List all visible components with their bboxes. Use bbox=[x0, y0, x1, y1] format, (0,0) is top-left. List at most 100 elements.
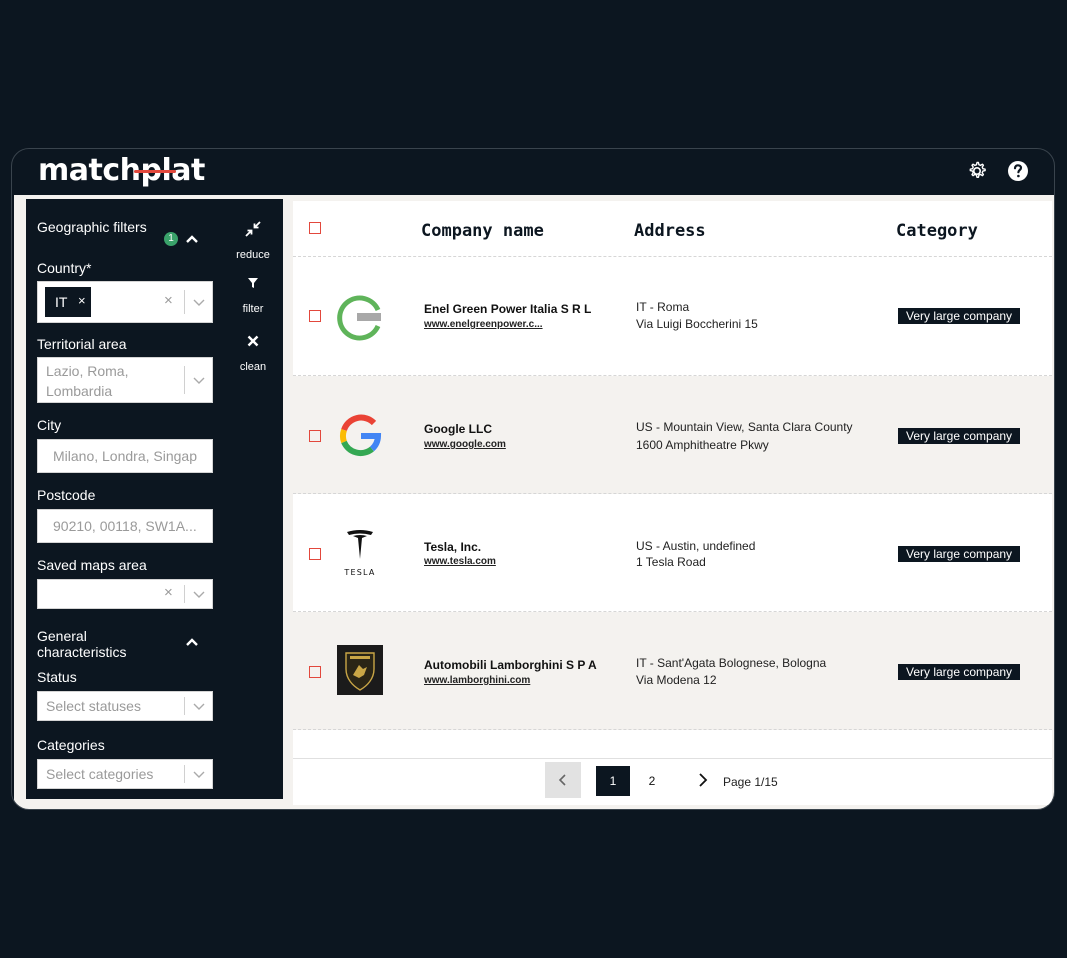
country-select[interactable]: IT × × bbox=[37, 281, 213, 323]
company-website-link[interactable]: www.google.com bbox=[424, 439, 506, 450]
saved-maps-area-select[interactable]: × bbox=[37, 579, 213, 609]
reduce-button[interactable]: reduce bbox=[223, 221, 283, 261]
company-website-link[interactable]: www.lamborghini.com bbox=[424, 675, 530, 686]
reduce-label: reduce bbox=[236, 249, 270, 261]
tesla-logo: TESLA bbox=[343, 530, 375, 577]
general-characteristics-title: General characteristics bbox=[37, 628, 127, 660]
company-name: Google LLC bbox=[424, 422, 492, 436]
company-address-line1: IT - Sant'Agata Bolognese, Bologna bbox=[636, 656, 827, 670]
table-row[interactable]: Google LLC www.google.com US - Mountain … bbox=[293, 376, 1052, 494]
collapse-icon bbox=[245, 221, 261, 237]
company-address-line2: Via Luigi Boccherini 15 bbox=[636, 317, 758, 331]
country-chip-label: IT bbox=[55, 294, 68, 310]
chevron-left-icon bbox=[558, 774, 566, 786]
column-header-address[interactable]: Address bbox=[634, 221, 706, 241]
filter-tools: reduce filter clean bbox=[223, 199, 283, 799]
company-website-link[interactable]: www.tesla.com bbox=[424, 556, 496, 567]
territorial-area-label: Territorial area bbox=[37, 336, 127, 352]
active-filter-count-badge: 1 bbox=[164, 232, 178, 246]
company-address-line1: US - Mountain View, Santa Clara County bbox=[636, 420, 853, 434]
page-1-button[interactable]: 1 bbox=[596, 766, 630, 796]
lamborghini-logo bbox=[337, 645, 383, 695]
table-row[interactable]: Enel Green Power Italia S R L www.enelgr… bbox=[293, 257, 1052, 376]
chevron-down-icon[interactable] bbox=[193, 771, 205, 779]
chevron-up-icon[interactable] bbox=[185, 234, 199, 244]
row-checkbox[interactable] bbox=[309, 310, 321, 322]
clear-icon[interactable]: × bbox=[164, 584, 173, 601]
categories-placeholder: Select categories bbox=[46, 766, 154, 782]
category-badge: Very large company bbox=[898, 308, 1021, 324]
company-name: Enel Green Power Italia S R L bbox=[424, 302, 592, 316]
clean-button[interactable]: clean bbox=[223, 333, 283, 373]
google-logo bbox=[339, 414, 382, 457]
city-placeholder: Milano, Londra, Singap bbox=[53, 448, 197, 464]
territorial-area-placeholder: Lazio, Roma, Lombardia bbox=[46, 363, 129, 399]
filter-label: filter bbox=[242, 303, 264, 315]
chevron-down-icon[interactable] bbox=[193, 703, 205, 711]
chevron-right-icon[interactable] bbox=[693, 770, 713, 790]
filter-button[interactable]: filter bbox=[223, 275, 283, 315]
company-name: Automobili Lamborghini S P A bbox=[424, 658, 597, 672]
select-divider bbox=[184, 366, 185, 394]
chevron-down-icon[interactable] bbox=[193, 377, 205, 385]
table-header: Company name Address Category bbox=[293, 201, 1052, 257]
categories-select[interactable]: Select categories bbox=[37, 759, 213, 789]
select-divider bbox=[184, 585, 185, 603]
country-chip: IT × bbox=[45, 287, 91, 317]
geographic-filters-title: Geographic filters bbox=[37, 219, 147, 235]
column-header-category[interactable]: Category bbox=[896, 221, 978, 241]
company-address-line2: Via Modena 12 bbox=[636, 673, 717, 687]
table-row[interactable]: Automobili Lamborghini S P A www.lamborg… bbox=[293, 612, 1052, 730]
app-window: matchplat Geographic filters 1 Country* … bbox=[11, 148, 1055, 810]
select-divider bbox=[184, 697, 185, 715]
help-icon[interactable] bbox=[1006, 159, 1030, 183]
gear-icon[interactable] bbox=[965, 159, 989, 183]
categories-label: Categories bbox=[37, 737, 105, 753]
company-address-line2: 1600 Amphitheatre Pkwy bbox=[636, 438, 769, 452]
clear-icon[interactable]: × bbox=[164, 292, 173, 309]
filters-panel: Geographic filters 1 Country* IT × × Ter… bbox=[26, 199, 223, 799]
pagination: 1 2 Page 1/15 bbox=[293, 758, 1052, 805]
company-address-line2: 1 Tesla Road bbox=[636, 555, 706, 569]
company-website-link[interactable]: www.enelgreenpower.c... bbox=[424, 319, 543, 330]
company-address-line1: US - Austin, undefined bbox=[636, 539, 756, 553]
select-divider bbox=[184, 290, 185, 314]
clean-label: clean bbox=[239, 361, 267, 373]
status-placeholder: Select statuses bbox=[46, 698, 141, 714]
chip-remove-icon[interactable]: × bbox=[78, 293, 86, 308]
brand-logo-accent bbox=[134, 170, 176, 173]
brand-logo[interactable]: matchplat bbox=[38, 153, 205, 188]
row-checkbox[interactable] bbox=[309, 666, 321, 678]
column-header-company-name[interactable]: Company name bbox=[421, 221, 544, 241]
status-select[interactable]: Select statuses bbox=[37, 691, 213, 721]
chevron-down-icon[interactable] bbox=[193, 591, 205, 599]
category-badge: Very large company bbox=[898, 546, 1021, 562]
territorial-area-select[interactable]: Lazio, Roma, Lombardia bbox=[37, 357, 213, 403]
select-all-checkbox[interactable] bbox=[309, 222, 321, 234]
row-checkbox[interactable] bbox=[309, 548, 321, 560]
chevron-down-icon[interactable] bbox=[193, 299, 205, 307]
chevron-up-icon[interactable] bbox=[185, 637, 199, 647]
tesla-wordmark: TESLA bbox=[343, 568, 375, 577]
postcode-label: Postcode bbox=[37, 487, 96, 503]
category-badge: Very large company bbox=[898, 664, 1021, 680]
status-label: Status bbox=[37, 669, 77, 685]
table-row[interactable]: TESLA Tesla, Inc. www.tesla.com US - Aus… bbox=[293, 494, 1052, 612]
row-checkbox[interactable] bbox=[309, 430, 321, 442]
previous-page-button[interactable] bbox=[545, 762, 581, 798]
country-label: Country* bbox=[37, 260, 92, 276]
category-badge: Very large company bbox=[898, 428, 1021, 444]
city-input[interactable]: Milano, Londra, Singap bbox=[37, 439, 213, 473]
saved-maps-area-label: Saved maps area bbox=[37, 557, 147, 573]
companies-table: Company name Address Category Enel Green… bbox=[293, 201, 1052, 805]
postcode-input[interactable]: 90210, 00118, SW1A... bbox=[37, 509, 213, 543]
funnel-icon bbox=[248, 278, 258, 288]
enel-logo bbox=[337, 295, 381, 341]
postcode-placeholder: 90210, 00118, SW1A... bbox=[53, 518, 197, 534]
city-label: City bbox=[37, 417, 62, 433]
page-indicator: Page 1/15 bbox=[723, 775, 778, 789]
company-address-line1: IT - Roma bbox=[636, 300, 690, 314]
page-2-button[interactable]: 2 bbox=[635, 766, 669, 796]
close-icon bbox=[247, 335, 259, 347]
main-content: Geographic filters 1 Country* IT × × Ter… bbox=[14, 195, 1054, 809]
